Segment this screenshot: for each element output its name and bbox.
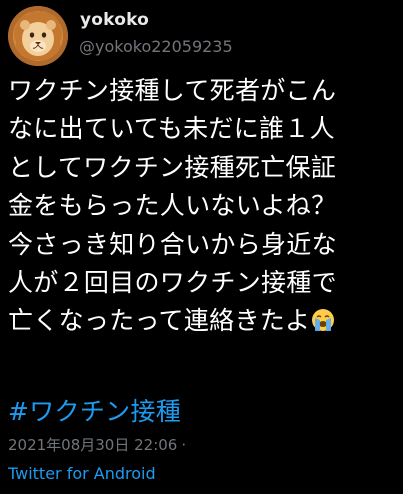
lion-avatar-icon[interactable]	[8, 6, 68, 66]
hashtag-link[interactable]: #ワクチン接種	[8, 396, 181, 428]
tweet-text-line: 金をもらった人いないよね？	[8, 191, 337, 221]
tweet-text-line-last: 亡くなったって連絡きたよ	[8, 302, 400, 340]
tweet-text-line: としてワクチン接種死亡保証	[8, 152, 337, 182]
tweet-text-line-content: 亡くなったって連絡きたよ	[8, 306, 311, 336]
author-handle[interactable]: @yokoko22059235	[79, 37, 233, 56]
loudly-crying-face-emoji	[311, 305, 335, 332]
tweet-text: ワクチン接種して死者がこん なに出ていても未だに誰１人 としてワクチン接種死亡保…	[8, 72, 400, 341]
tweet-text-line: 人が２回目のワクチン接種で	[8, 267, 337, 297]
tweet-text-line: 今さっき知り合いから身近な	[8, 229, 337, 259]
source-link[interactable]: Twitter for Android	[8, 464, 156, 483]
tweet-card: yokoko @yokoko22059235 ワクチン接種して死者がこん なに出…	[0, 0, 403, 494]
tweet-text-line: ワクチン接種して死者がこん	[8, 76, 337, 105]
author-display-name[interactable]: yokoko	[80, 10, 149, 30]
tweet-text-line: なに出ていても未だに誰１人	[8, 114, 335, 144]
meta-separator: ·	[181, 436, 187, 454]
timestamp[interactable]: 2021年08月30日 22:06	[8, 436, 177, 454]
tweet-meta: 2021年08月30日 22:06 ·	[8, 434, 186, 455]
